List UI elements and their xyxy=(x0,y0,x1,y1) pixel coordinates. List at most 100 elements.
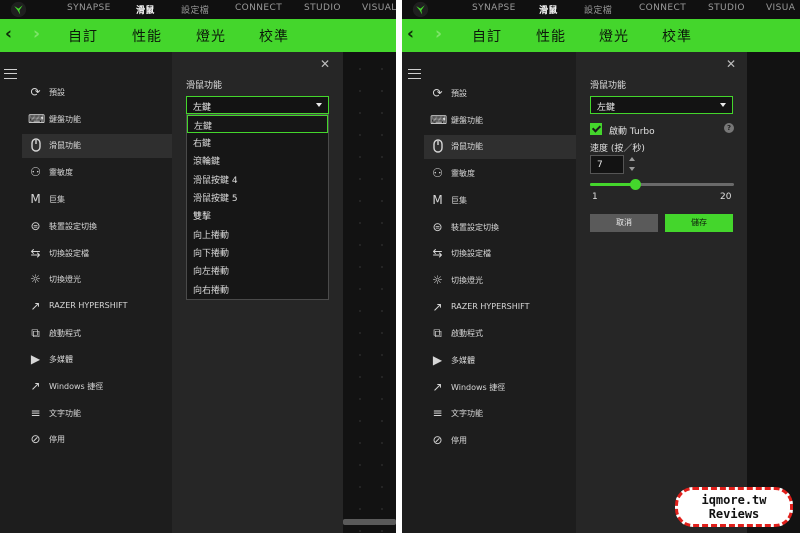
sidebar-item-label: 切換燈光 xyxy=(451,276,483,285)
chevron-down-icon xyxy=(316,103,322,107)
slider-thumb[interactable] xyxy=(630,179,642,190)
sidebar-item-multimedia[interactable]: ▶ 多媒體 xyxy=(424,349,574,373)
sidebar-item-launch-program[interactable]: ⧉ 啟動程式 xyxy=(22,322,172,346)
chevron-left-icon[interactable]: ‹ xyxy=(5,24,12,44)
question-icon[interactable]: ? xyxy=(724,123,734,133)
sidebar-item-device-switch[interactable]: ⊜ 裝置設定切換 xyxy=(424,216,574,240)
razer-logo-icon[interactable] xyxy=(412,1,429,18)
sidebar-item-profile-switch[interactable]: ⇆ 切換設定檔 xyxy=(424,242,574,266)
sidebar-item-label: 多媒體 xyxy=(49,355,73,364)
speed-input[interactable]: 7 xyxy=(590,155,624,174)
sidebar: ⟳ 預設 ⌨ 鍵盤功能 滑鼠功能 ⚇ 靈敏度 M 巨集 ⊜ 裝置設定切換 ⇆ 切… xyxy=(0,52,172,533)
dropdown-option-scroll-down[interactable]: 向下捲動 xyxy=(187,243,328,261)
sidebar-item-label: 啟動程式 xyxy=(451,329,483,338)
chevron-right-icon[interactable]: › xyxy=(435,24,442,44)
topnav-profiles[interactable]: 設定檔 xyxy=(584,3,612,16)
option-label: 向左捲動 xyxy=(193,267,230,277)
sidebar-item-multimedia[interactable]: ▶ 多媒體 xyxy=(22,348,172,372)
sidebar-item-label: 切換燈光 xyxy=(49,275,81,284)
sidebar-item-text-function[interactable]: ≡ 文字功能 xyxy=(424,402,574,426)
dropdown-option-mouse-button-4[interactable]: 滑鼠按鍵 4 xyxy=(187,170,328,188)
sidebar-item-hypershift[interactable]: ↗ RAZER HYPERSHIFT xyxy=(22,295,172,319)
close-icon[interactable]: ✕ xyxy=(726,57,736,71)
cancel-button[interactable]: 取消 xyxy=(590,214,658,232)
sidebar-item-hypershift[interactable]: ↗ RAZER HYPERSHIFT xyxy=(424,296,574,320)
topnav-mouse[interactable]: 滑鼠 xyxy=(136,3,155,16)
select-value: 左鍵 xyxy=(193,103,212,113)
sidebar-item-windows-shortcut[interactable]: ↗ Windows 捷徑 xyxy=(22,375,172,399)
sidebar-item-disable[interactable]: ⊘ 停用 xyxy=(22,428,172,452)
panel-title: 滑鼠功能 xyxy=(186,81,223,91)
tab-customize[interactable]: 自訂 xyxy=(68,26,98,46)
dropdown-option-scroll-right[interactable]: 向右捲動 xyxy=(187,280,328,298)
mouse-function-select[interactable]: 左鍵 xyxy=(590,96,733,114)
sidebar-item-keyboard[interactable]: ⌨ 鍵盤功能 xyxy=(22,108,172,132)
tab-calibration[interactable]: 校準 xyxy=(259,26,289,46)
dropdown-option-right-click[interactable]: 右鍵 xyxy=(187,133,328,151)
mouse-function-select[interactable]: 左鍵 xyxy=(186,96,329,114)
sidebar-item-default[interactable]: ⟳ 預設 xyxy=(22,81,172,105)
dropdown-option-scroll-click[interactable]: 滾輪鍵 xyxy=(187,151,328,169)
option-label: 向下捲動 xyxy=(193,249,230,259)
topnav-profiles[interactable]: 設定檔 xyxy=(181,3,209,16)
topnav-visualizer[interactable]: VISUALI xyxy=(362,3,396,13)
tab-performance[interactable]: 性能 xyxy=(132,26,162,46)
tab-customize[interactable]: 自訂 xyxy=(472,26,502,46)
sidebar-item-lighting[interactable]: ☼ 切換燈光 xyxy=(424,269,574,293)
sidebar-item-mouse[interactable]: 滑鼠功能 xyxy=(22,134,172,158)
sidebar-item-label: RAZER HYPERSHIFT xyxy=(49,301,128,310)
sidebar-item-lighting[interactable]: ☼ 切換燈光 xyxy=(22,268,172,292)
hamburger-menu-icon[interactable] xyxy=(4,69,17,79)
sidebar-item-mouse[interactable]: 滑鼠功能 xyxy=(424,135,576,159)
topnav-connect[interactable]: CONNECT xyxy=(639,3,686,13)
topnav-visualizer[interactable]: VISUA xyxy=(766,3,795,13)
reset-icon: ⟳ xyxy=(30,85,41,99)
chevron-right-icon[interactable]: › xyxy=(33,24,40,44)
dropdown-option-scroll-left[interactable]: 向左捲動 xyxy=(187,261,328,279)
sensitivity-icon: ⚇ xyxy=(432,166,443,180)
option-label: 向右捲動 xyxy=(193,286,230,296)
sidebar-item-text-function[interactable]: ≡ 文字功能 xyxy=(22,402,172,426)
sidebar-item-windows-shortcut[interactable]: ↗ Windows 捷徑 xyxy=(424,376,574,400)
dropdown-option-left-click[interactable]: 左鍵 xyxy=(187,115,328,133)
chevron-left-icon[interactable]: ‹ xyxy=(407,24,414,44)
topnav-studio[interactable]: STUDIO xyxy=(708,3,745,13)
topnav-connect[interactable]: CONNECT xyxy=(235,3,282,13)
device-switch-icon: ⊜ xyxy=(432,220,443,234)
sidebar-item-sensitivity[interactable]: ⚇ 靈敏度 xyxy=(424,162,574,186)
save-button[interactable]: 儲存 xyxy=(665,214,733,232)
device-canvas xyxy=(747,52,800,533)
sidebar-item-disable[interactable]: ⊘ 停用 xyxy=(424,429,574,453)
sidebar: ⟳ 預設 ⌨ 鍵盤功能 滑鼠功能 ⚇ 靈敏度 M 巨集 ⊜ 裝置設定切換 ⇆ 切… xyxy=(402,52,576,533)
razer-logo-icon[interactable] xyxy=(10,1,27,18)
horizontal-scrollbar[interactable] xyxy=(343,519,396,525)
sidebar-item-default[interactable]: ⟳ 預設 xyxy=(424,82,574,106)
topnav-mouse[interactable]: 滑鼠 xyxy=(539,3,558,16)
sidebar-item-device-switch[interactable]: ⊜ 裝置設定切換 xyxy=(22,215,172,239)
close-icon[interactable]: ✕ xyxy=(320,57,330,71)
turbo-checkbox[interactable] xyxy=(590,123,602,135)
sidebar-item-keyboard[interactable]: ⌨ 鍵盤功能 xyxy=(424,109,574,133)
sidebar-item-profile-switch[interactable]: ⇆ 切換設定檔 xyxy=(22,242,172,266)
topnav-studio[interactable]: STUDIO xyxy=(304,3,341,13)
topnav-synapse[interactable]: SYNAPSE xyxy=(472,3,516,13)
slider-min-label: 1 xyxy=(592,192,598,202)
tab-lighting[interactable]: 燈光 xyxy=(196,26,226,46)
hypershift-icon: ↗ xyxy=(432,300,443,314)
sidebar-item-sensitivity[interactable]: ⚇ 靈敏度 xyxy=(22,161,172,185)
dropdown-option-double-click[interactable]: 雙擊 xyxy=(187,206,328,224)
sidebar-item-macro[interactable]: M 巨集 xyxy=(424,189,574,213)
sidebar-item-label: 預設 xyxy=(451,89,467,98)
increment-arrow-icon[interactable] xyxy=(629,157,635,161)
decrement-arrow-icon[interactable] xyxy=(629,167,635,171)
topnav-synapse[interactable]: SYNAPSE xyxy=(67,3,111,13)
dropdown-option-scroll-up[interactable]: 向上捲動 xyxy=(187,225,328,243)
hamburger-menu-icon[interactable] xyxy=(408,69,421,79)
tab-performance[interactable]: 性能 xyxy=(536,26,566,46)
sidebar-item-macro[interactable]: M 巨集 xyxy=(22,188,172,212)
tab-lighting[interactable]: 燈光 xyxy=(599,26,629,46)
sidebar-item-launch-program[interactable]: ⧉ 啟動程式 xyxy=(424,322,574,346)
speed-slider[interactable] xyxy=(590,179,734,190)
tab-calibration[interactable]: 校準 xyxy=(662,26,692,46)
dropdown-option-mouse-button-5[interactable]: 滑鼠按鍵 5 xyxy=(187,188,328,206)
